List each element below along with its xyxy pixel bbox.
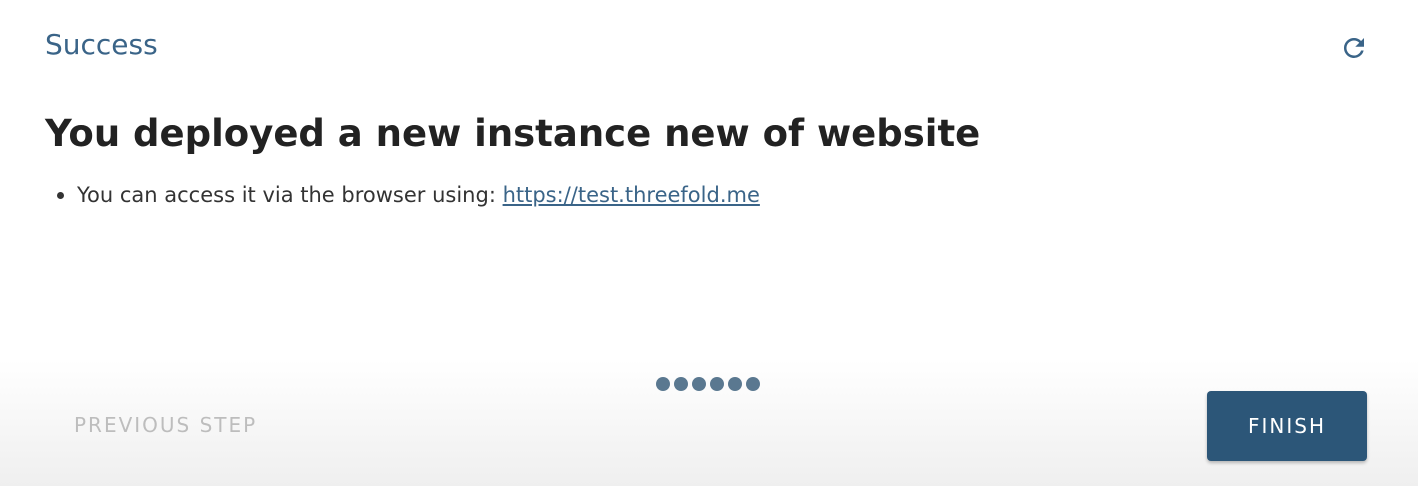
website-link[interactable]: https://test.threefold.me: [503, 183, 760, 207]
step-dot-2[interactable]: [674, 377, 688, 391]
step-dot-3[interactable]: [692, 377, 706, 391]
list-item: You can access it via the browser using:…: [57, 183, 760, 207]
step-dot-5[interactable]: [728, 377, 742, 391]
card-title: Success: [45, 28, 158, 61]
refresh-button[interactable]: [1336, 30, 1372, 66]
step-dot-1[interactable]: [656, 377, 670, 391]
finish-button[interactable]: FINISH: [1207, 391, 1367, 461]
success-card: Success You deployed a new instance new …: [0, 0, 1418, 486]
previous-step-button[interactable]: PREVIOUS STEP: [74, 413, 257, 437]
refresh-icon: [1343, 37, 1364, 58]
step-progress: [656, 377, 760, 391]
access-text: You can access it via the browser using:: [77, 183, 503, 207]
step-dot-6[interactable]: [746, 377, 760, 391]
success-heading: You deployed a new instance new of websi…: [45, 112, 981, 155]
info-list: You can access it via the browser using:…: [57, 183, 760, 207]
bullet-icon: [57, 191, 64, 199]
step-dot-4[interactable]: [710, 377, 724, 391]
